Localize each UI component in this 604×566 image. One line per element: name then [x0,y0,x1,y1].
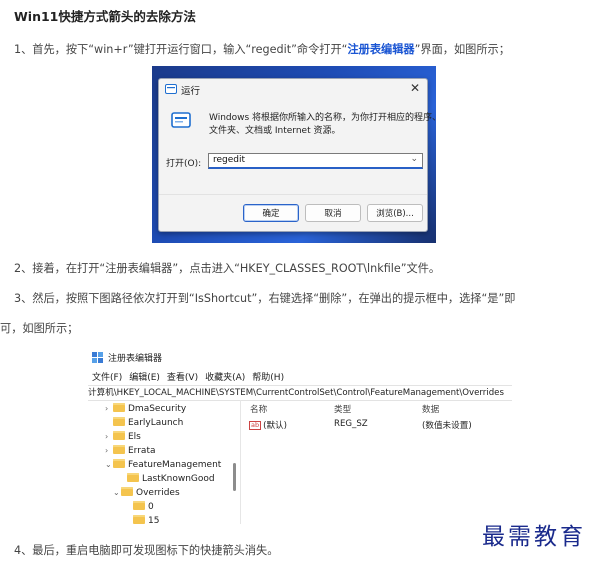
registry-menu-bar: 文件(F) 编辑(E) 查看(V) 收藏夹(A) 帮助(H) [92,370,291,383]
step-1-suffix: ”界面，如图所示； [414,43,510,56]
chevron-right-icon[interactable]: › [105,444,113,458]
menu-view[interactable]: 查看(V) [167,373,198,383]
tree-item-label: LastKnownGood [142,474,215,484]
registry-editor-link[interactable]: 注册表编辑器 [347,43,414,56]
ok-button[interactable]: 确定 [243,204,299,222]
value-row-name[interactable]: ab (默认) [249,419,287,431]
folder-icon [133,501,145,510]
menu-help[interactable]: 帮助(H) [252,373,284,383]
button-divider [159,194,427,195]
tree-item-label: 15 [148,516,160,524]
folder-icon [113,459,125,468]
tree-item-label: Errata [128,446,156,456]
registry-editor-title: 注册表编辑器 [108,354,163,364]
tree-item-label: Overrides [136,488,180,498]
tree-item[interactable]: › DmaSecurity [105,402,221,416]
step-4-text: 4、最后，重启电脑即可发现图标下的快捷箭头消失。 [14,544,279,557]
folder-icon [121,487,133,496]
tree-item[interactable]: ⌄ FeatureManagement [105,458,221,472]
registry-app-icon [92,352,103,363]
registry-editor-titlebar: 注册表编辑器 [88,348,512,368]
step-3-text-line-2: 可，如图所示； [0,322,79,335]
chevron-down-icon[interactable]: ⌄ [105,458,113,472]
pane-divider[interactable] [240,400,241,524]
column-header-type[interactable]: 类型 [334,403,351,415]
folder-icon [113,445,125,454]
tree-item[interactable]: 0 [105,500,221,514]
tree-item-label: 0 [148,502,154,512]
run-dialog-title: 运行 [181,86,201,97]
tree-scrollbar[interactable] [233,463,236,491]
tree-item[interactable]: LastKnownGood [105,472,221,486]
registry-tree: › DmaSecurity EarlyLaunch › Els › Errata ⌄ F… [105,402,221,524]
step-1-prefix: 1、首先，按下“win+r”键打开运行窗口，输入“regedit”命令打开“ [14,43,348,56]
value-name: (默认) [263,421,288,431]
tree-item[interactable]: ⌄ Overrides [105,486,221,500]
step-1-text: 1、首先，按下“win+r”键打开运行窗口，输入“regedit”命令打开“注册… [14,41,510,57]
folder-icon [113,431,125,440]
close-icon[interactable]: ✕ [410,81,420,95]
run-dialog-titlebar: 运行 ✕ [159,79,427,99]
run-dialog-description: Windows 将根据你所输入的名称，为你打开相应的程序、 文件夹、文档或 In… [209,112,436,138]
chevron-right-icon[interactable]: › [105,402,113,416]
tree-item-label: Els [128,432,141,442]
open-input-value[interactable]: regedit [213,155,245,165]
run-desc-line-2: 文件夹、文档或 Internet 资源。 [209,126,341,136]
open-combobox[interactable]: regedit ⌄ [208,153,423,169]
tree-item[interactable]: 15 [105,514,221,524]
chevron-right-icon[interactable]: › [105,430,113,444]
tree-item-label: EarlyLaunch [128,418,184,428]
address-bar[interactable]: 计算机\HKEY_LOCAL_MACHINE\SYSTEM\CurrentCon… [88,385,512,401]
value-row-type: REG_SZ [334,419,368,429]
run-dialog-window: 运行 ✕ Windows 将根据你所输入的名称，为你打开相应的程序、 文件夹、文… [158,78,436,232]
article-title: Win11快捷方式箭头的去除方法 [14,9,196,24]
browse-button[interactable]: 浏览(B)... [367,204,423,222]
tree-item-label: FeatureManagement [128,460,222,470]
run-program-icon [171,112,191,128]
folder-icon [113,417,125,426]
menu-favorites[interactable]: 收藏夹(A) [205,373,245,383]
step-2-text: 2、接着，在打开“注册表编辑器”，点击进入“HKEY_CLASSES_ROOT\… [14,262,441,275]
watermark-logo: 最需教育 [482,524,586,550]
registry-editor-screenshot: 注册表编辑器 文件(F) 编辑(E) 查看(V) 收藏夹(A) 帮助(H) 计算机\HK… [88,348,512,524]
run-app-icon [165,84,177,94]
column-header-data[interactable]: 数据 [422,403,439,415]
tree-item-label: DmaSecurity [128,404,187,414]
run-desc-line-1: Windows 将根据你所输入的名称，为你打开相应的程序、 [209,113,436,123]
step-3-text-line-1: 3、然后，按照下图路径依次打开到“IsShortcut”，右键选择“删除”，在弹… [14,292,516,305]
menu-edit[interactable]: 编辑(E) [129,373,160,383]
tree-item[interactable]: › Errata [105,444,221,458]
open-label: 打开(O): [166,159,202,169]
tree-item[interactable]: › Els [105,430,221,444]
chevron-down-icon[interactable]: ⌄ [113,486,121,500]
folder-icon [127,473,139,482]
string-value-icon: ab [249,421,262,430]
value-row-data: (数值未设置) [422,421,472,431]
tree-item[interactable]: EarlyLaunch [105,416,221,430]
run-dialog-screenshot: 运行 ✕ Windows 将根据你所输入的名称，为你打开相应的程序、 文件夹、文… [152,66,436,243]
cancel-button[interactable]: 取消 [305,204,361,222]
menu-file[interactable]: 文件(F) [92,373,122,383]
column-header-name[interactable]: 名称 [250,403,267,415]
folder-icon [133,515,145,524]
chevron-down-icon[interactable]: ⌄ [410,154,418,164]
folder-icon [113,403,125,412]
